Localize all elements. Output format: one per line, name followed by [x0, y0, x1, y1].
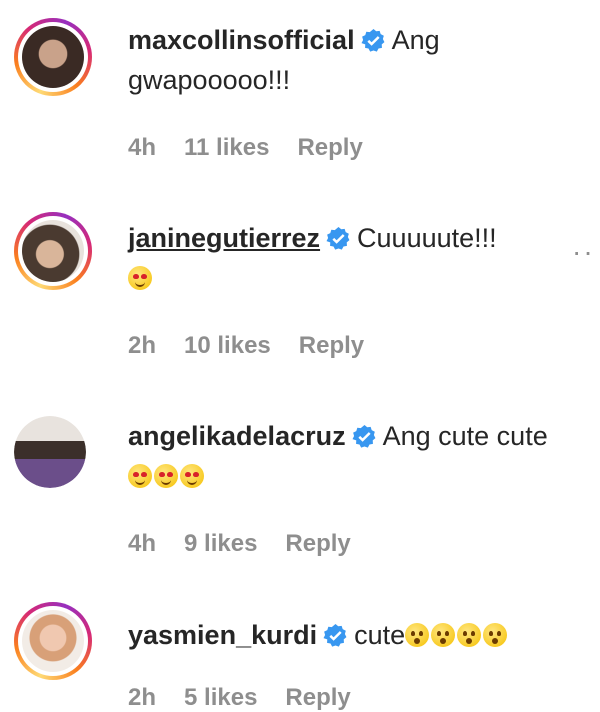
reply-button[interactable]: Reply — [285, 530, 350, 557]
surprised-emoji-icon — [483, 623, 508, 647]
avatar[interactable] — [14, 18, 92, 96]
likes-count[interactable]: 9 likes — [184, 530, 257, 557]
heart-eyes-emoji-icon — [180, 464, 204, 488]
surprised-emoji-icon — [457, 623, 482, 647]
comment-time: 2h — [128, 684, 157, 711]
surprised-emoji-icon — [405, 623, 430, 647]
comment-text: Cuuuuute!!! — [357, 223, 497, 253]
comment-username[interactable]: angelikadelacruz — [128, 421, 346, 451]
heart-eyes-emoji-icon — [154, 464, 178, 488]
comment-text: cute — [354, 620, 406, 650]
likes-count[interactable]: 5 likes — [184, 684, 257, 711]
comment-username[interactable]: maxcollinsofficial — [128, 25, 355, 55]
reply-button[interactable]: Reply — [285, 684, 350, 711]
verified-badge-icon — [352, 425, 376, 448]
reply-button[interactable]: Reply — [297, 134, 362, 161]
heart-eyes-emoji-icon — [128, 464, 152, 488]
comment-time: 4h — [128, 530, 157, 557]
comment-time: 4h — [128, 134, 157, 161]
verified-badge-icon — [361, 29, 385, 52]
comment-username[interactable]: yasmien_kurdi — [128, 620, 317, 650]
heart-eyes-emoji-icon — [128, 266, 152, 290]
avatar[interactable] — [14, 212, 92, 290]
avatar[interactable] — [14, 602, 92, 680]
comment-username[interactable]: janinegutierrez — [128, 223, 320, 253]
likes-count[interactable]: 11 likes — [184, 134, 269, 161]
comment-time: 2h — [128, 332, 157, 359]
more-options-icon[interactable]: ·· — [572, 236, 595, 268]
likes-count[interactable]: 10 likes — [184, 332, 271, 359]
verified-badge-icon — [323, 624, 347, 647]
verified-badge-icon — [326, 227, 350, 250]
reply-button[interactable]: Reply — [299, 332, 364, 359]
surprised-emoji-icon — [431, 623, 456, 647]
avatar[interactable] — [14, 416, 86, 488]
comment-text: Ang cute cute — [382, 421, 548, 451]
